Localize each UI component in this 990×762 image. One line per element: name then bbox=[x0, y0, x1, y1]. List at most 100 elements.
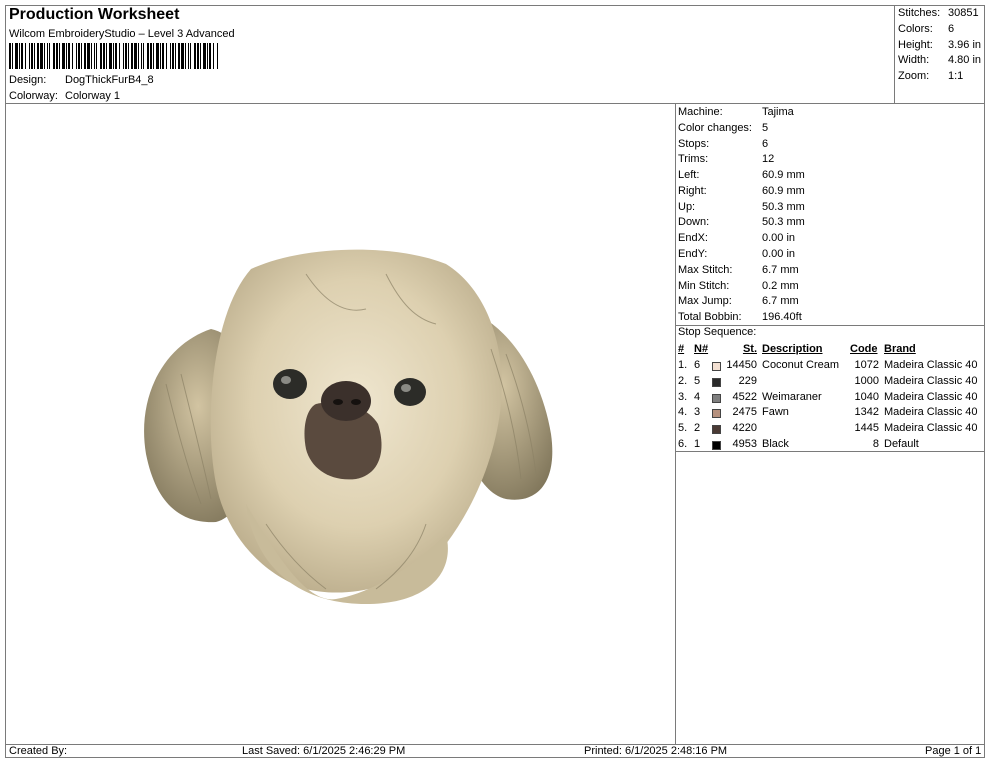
spec-label: Max Stitch: bbox=[678, 264, 733, 276]
stop-sequence-title: Stop Sequence: bbox=[678, 326, 757, 338]
summary-row: Width: 4.80 in bbox=[898, 54, 981, 66]
stop-stitches: 4522 bbox=[732, 391, 757, 403]
spec-row: EndX: 0.00 in bbox=[678, 232, 795, 244]
left-nostril bbox=[333, 399, 343, 405]
color-swatch bbox=[712, 441, 721, 450]
stop-brand: Madeira Classic 40 bbox=[884, 391, 978, 403]
col-header-index: # bbox=[678, 343, 685, 355]
design-label: Design: bbox=[9, 74, 47, 86]
page-number: Page 1 of 1 bbox=[925, 745, 982, 757]
stop-needle: 5 bbox=[694, 375, 701, 387]
page-title: Production Worksheet bbox=[9, 6, 180, 23]
stop-needle: 4 bbox=[694, 391, 701, 403]
spec-label: Color changes: bbox=[678, 122, 752, 134]
spec-row: Left: 60.9 mm bbox=[678, 169, 805, 181]
stop-code: 1040 bbox=[854, 391, 879, 403]
stop-index: 2. bbox=[678, 375, 688, 387]
left-eye bbox=[273, 369, 307, 399]
stop-index: 1. bbox=[678, 359, 688, 371]
stops-divider bbox=[675, 451, 985, 452]
nose bbox=[321, 381, 371, 421]
spec-value: 196.40ft bbox=[762, 311, 802, 323]
stop-index: 3. bbox=[678, 391, 688, 403]
summary-row: Stitches: 30851 bbox=[898, 7, 979, 19]
colorway-row: Colorway: Colorway 1 bbox=[9, 90, 120, 102]
spec-value: 12 bbox=[762, 153, 775, 165]
spec-row: Max Stitch: 6.7 mm bbox=[678, 264, 799, 276]
stop-index: 5. bbox=[678, 422, 688, 434]
footer-divider bbox=[5, 744, 985, 745]
spec-value: 6 bbox=[762, 138, 769, 150]
right-eye bbox=[394, 378, 426, 406]
stop-code: 1445 bbox=[854, 422, 879, 434]
spec-row: Color changes: 5 bbox=[678, 122, 768, 134]
summary-value: 4.80 in bbox=[948, 54, 982, 66]
summary-row: Height: 3.96 in bbox=[898, 39, 981, 51]
spec-label: EndX: bbox=[678, 232, 708, 244]
stop-description: Fawn bbox=[762, 406, 789, 418]
spec-row: Total Bobbin: 196.40ft bbox=[678, 311, 802, 323]
design-value: DogThickFurB4_8 bbox=[65, 74, 154, 86]
spec-label: Left: bbox=[678, 169, 700, 181]
spec-row: Down: 50.3 mm bbox=[678, 216, 805, 228]
col-header-code: Code bbox=[850, 343, 878, 355]
created-by: Created By: bbox=[9, 745, 68, 757]
stop-stitches: 14450 bbox=[726, 359, 757, 371]
spec-row: Max Jump: 6.7 mm bbox=[678, 295, 799, 307]
summary-label: Stitches: bbox=[898, 7, 941, 19]
stop-needle: 6 bbox=[694, 359, 701, 371]
spec-row: Stops: 6 bbox=[678, 138, 768, 150]
col-header-description: Description bbox=[762, 343, 823, 355]
summary-divider bbox=[894, 5, 895, 103]
summary-row: Zoom: 1:1 bbox=[898, 70, 963, 82]
spec-label: Stops: bbox=[678, 138, 710, 150]
summary-value: 6 bbox=[948, 23, 955, 35]
spec-row: Trims: 12 bbox=[678, 153, 774, 165]
summary-label: Zoom: bbox=[898, 70, 930, 82]
spec-row: EndY: 0.00 in bbox=[678, 248, 795, 260]
spec-value: Tajima bbox=[762, 106, 794, 118]
summary-value: 3.96 in bbox=[948, 39, 982, 51]
spec-label: Trims: bbox=[678, 153, 709, 165]
stop-needle: 1 bbox=[694, 438, 701, 450]
right-eye-highlight bbox=[401, 384, 411, 392]
summary-label: Width: bbox=[898, 54, 930, 66]
colorway-label: Colorway: bbox=[9, 90, 58, 102]
col-header-needle: N# bbox=[694, 343, 709, 355]
summary-value: 30851 bbox=[948, 7, 979, 19]
spec-label: Right: bbox=[678, 185, 707, 197]
stop-description: Coconut Cream bbox=[762, 359, 840, 371]
last-saved: Last Saved: 6/1/2025 2:46:29 PM bbox=[242, 745, 406, 757]
spec-label: Max Jump: bbox=[678, 295, 732, 307]
design-preview bbox=[144, 249, 553, 604]
spec-row: Min Stitch: 0.2 mm bbox=[678, 280, 799, 292]
stop-code: 1072 bbox=[854, 359, 879, 371]
summary-label: Height: bbox=[898, 39, 933, 51]
stop-brand: Madeira Classic 40 bbox=[884, 406, 978, 418]
stop-stitches: 4220 bbox=[732, 422, 757, 434]
stop-description: Weimaraner bbox=[762, 391, 822, 403]
software-name: Wilcom EmbroideryStudio – Level 3 Advanc… bbox=[9, 28, 235, 40]
spec-value: 5 bbox=[762, 122, 769, 134]
printed-date: Printed: 6/1/2025 2:48:16 PM bbox=[584, 745, 728, 757]
stop-stitches: 229 bbox=[738, 375, 757, 387]
stop-brand: Madeira Classic 40 bbox=[884, 422, 978, 434]
summary-label: Colors: bbox=[898, 23, 933, 35]
colorway-value: Colorway 1 bbox=[65, 90, 121, 102]
stop-stitches: 4953 bbox=[732, 438, 757, 450]
color-swatch bbox=[712, 362, 721, 371]
spec-row: Up: 50.3 mm bbox=[678, 201, 805, 213]
spec-row: Machine: Tajima bbox=[678, 106, 794, 118]
col-header-stitches: St. bbox=[742, 343, 757, 355]
spec-value: 0.2 mm bbox=[762, 280, 799, 292]
dog-embroidery bbox=[144, 249, 553, 604]
spec-label: EndY: bbox=[678, 248, 708, 260]
summary-value: 1:1 bbox=[948, 70, 964, 82]
right-nostril bbox=[351, 399, 361, 405]
spec-value: 50.3 mm bbox=[762, 216, 805, 228]
left-eye-highlight bbox=[281, 376, 291, 384]
spec-label: Min Stitch: bbox=[678, 280, 730, 292]
stop-brand: Madeira Classic 40 bbox=[884, 375, 978, 387]
spec-label: Total Bobbin: bbox=[678, 311, 742, 323]
spec-value: 0.00 in bbox=[762, 232, 796, 244]
